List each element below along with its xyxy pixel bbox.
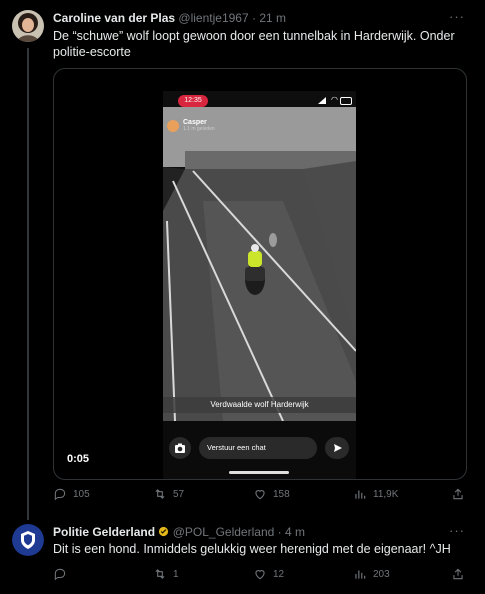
thread-line bbox=[27, 48, 29, 520]
more-options-button[interactable]: ··· bbox=[449, 523, 465, 538]
reply-icon bbox=[54, 488, 66, 501]
like-button[interactable]: 12 bbox=[253, 567, 284, 581]
tweet-header: Politie Gelderland @POL_Gelderland · 4 m bbox=[53, 525, 305, 539]
reply-button[interactable] bbox=[53, 567, 73, 581]
battery-icon bbox=[340, 97, 352, 105]
view-count: 203 bbox=[373, 568, 390, 580]
share-button[interactable] bbox=[451, 487, 465, 501]
author-handle[interactable]: @lientje1967 bbox=[178, 11, 248, 25]
separator: · bbox=[277, 525, 282, 539]
wifi-icon: ◠ bbox=[331, 95, 338, 104]
timestamp[interactable]: 21 m bbox=[259, 11, 286, 25]
recording-time-pill: 12:35 bbox=[178, 95, 208, 107]
author-handle[interactable]: @POL_Gelderland bbox=[173, 525, 275, 539]
like-button[interactable]: 158 bbox=[253, 487, 290, 501]
signal-icon bbox=[318, 97, 326, 104]
heart-icon bbox=[255, 490, 265, 500]
like-count: 158 bbox=[273, 488, 290, 500]
verified-badge-icon bbox=[159, 526, 169, 537]
retweet-count: 57 bbox=[173, 488, 185, 500]
story-time: 1.1 m geleden bbox=[183, 126, 215, 132]
tweet-text: De “schuwe” wolf loopt gewoon door een t… bbox=[53, 29, 455, 59]
send-icon bbox=[334, 444, 342, 452]
avatar-caroline[interactable] bbox=[12, 10, 44, 42]
view-count: 11,9K bbox=[373, 488, 399, 500]
video-player[interactable]: 12:35 ◠ Casper 1.1 m geleden Verdwaalde … bbox=[53, 68, 467, 480]
share-button[interactable] bbox=[451, 567, 465, 581]
video-caption: Verdwaalde wolf Harderwijk bbox=[163, 397, 356, 413]
chat-input[interactable]: Verstuur een chat bbox=[199, 437, 317, 459]
tunnel-scene bbox=[163, 91, 356, 479]
tweet-actions: 1 12 203 bbox=[53, 567, 473, 585]
views-icon bbox=[355, 490, 366, 499]
author-name[interactable]: Caroline van der Plas bbox=[53, 11, 175, 25]
reply-icon bbox=[54, 568, 66, 581]
author-name[interactable]: Politie Gelderland bbox=[53, 525, 155, 539]
retweet-button[interactable]: 1 bbox=[153, 567, 179, 581]
separator: · bbox=[251, 11, 256, 25]
heart-icon bbox=[255, 570, 265, 580]
story-header: Casper 1.1 m geleden bbox=[167, 119, 215, 132]
home-indicator bbox=[229, 471, 289, 474]
share-icon bbox=[453, 568, 463, 580]
reply-count: 105 bbox=[73, 488, 90, 500]
reply-button[interactable]: 105 bbox=[53, 487, 90, 501]
story-avatar-icon bbox=[167, 119, 179, 132]
send-button[interactable] bbox=[325, 437, 349, 459]
avatar-caroline-image bbox=[12, 10, 44, 42]
video-duration: 0:05 bbox=[67, 453, 90, 465]
views-button[interactable]: 203 bbox=[353, 567, 390, 581]
camera-icon bbox=[175, 443, 185, 453]
retweet-count: 1 bbox=[173, 568, 179, 580]
timestamp[interactable]: 4 m bbox=[285, 525, 305, 539]
more-options-button[interactable]: ··· bbox=[449, 9, 465, 24]
views-icon bbox=[355, 570, 366, 579]
share-icon bbox=[453, 488, 463, 500]
video-frame: 12:35 ◠ Casper 1.1 m geleden Verdwaalde … bbox=[163, 91, 356, 479]
status-bar: 12:35 ◠ bbox=[163, 91, 356, 111]
retweet-icon bbox=[155, 569, 165, 579]
police-logo-icon bbox=[12, 524, 44, 556]
like-count: 12 bbox=[273, 568, 285, 580]
tweet-header: Caroline van der Plas @lientje1967 · 21 … bbox=[53, 11, 286, 25]
tweet-text: Dit is een hond. Inmiddels gelukkig weer… bbox=[53, 542, 451, 556]
camera-button[interactable] bbox=[169, 437, 191, 459]
avatar-politie[interactable] bbox=[12, 524, 44, 556]
retweet-button[interactable]: 57 bbox=[153, 487, 184, 501]
retweet-icon bbox=[155, 489, 165, 499]
story-username: Casper bbox=[183, 119, 207, 126]
tweet-actions: 105 57 158 11,9K bbox=[53, 487, 473, 505]
views-button[interactable]: 11,9K bbox=[353, 487, 398, 501]
